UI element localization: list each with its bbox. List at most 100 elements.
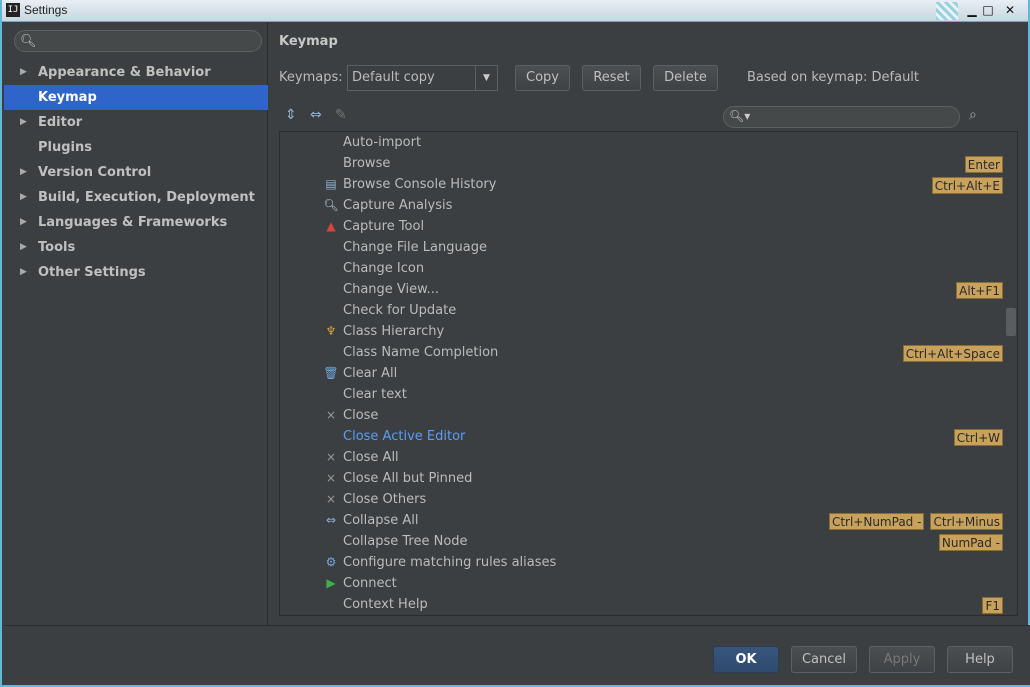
- close-x-icon: ×: [325, 492, 337, 506]
- cancel-button[interactable]: Cancel: [791, 646, 857, 673]
- settings-sidebar: 🔍︎ ▶ Appearance & Behavior Keymap ▶ Editor Pl…: [4, 22, 268, 625]
- action-row[interactable]: Change File Language: [280, 237, 1005, 258]
- sidebar-item-label: Version Control: [38, 165, 152, 180]
- action-label: Change View...: [343, 282, 439, 297]
- shortcut-list: Ctrl+W: [948, 428, 1003, 446]
- sidebar-item-label: Editor: [38, 115, 83, 130]
- action-row[interactable]: Change View... Alt+F1: [280, 279, 1005, 300]
- title-decoration: [936, 2, 958, 20]
- chevron-down-icon[interactable]: ▼: [475, 66, 497, 90]
- sidebar-item-label: Tools: [38, 240, 76, 255]
- action-filter-input[interactable]: [750, 109, 950, 125]
- sidebar-item-languages-frameworks[interactable]: ▶ Languages & Frameworks: [4, 210, 268, 235]
- keymap-select[interactable]: Default copy ▼: [347, 65, 498, 91]
- action-label: Close Active Editor: [343, 429, 466, 444]
- action-row[interactable]: ▶ Connect: [280, 573, 1005, 594]
- action-row[interactable]: × Close Others: [280, 489, 1005, 510]
- action-row[interactable]: Class Name Completion Ctrl+Alt+Space: [280, 342, 1005, 363]
- sidebar-item-plugins[interactable]: Plugins: [4, 135, 268, 160]
- action-row[interactable]: Browse Enter: [280, 153, 1005, 174]
- sidebar-item-label: Appearance & Behavior: [38, 65, 211, 80]
- close-icon[interactable]: ✕: [1002, 3, 1018, 18]
- action-filter[interactable]: 🔍︎▾: [723, 106, 960, 128]
- sidebar-item-version-control[interactable]: ▶ Version Control: [4, 160, 268, 185]
- action-label: Close Others: [343, 492, 427, 507]
- action-label: Close: [343, 408, 379, 423]
- action-row[interactable]: Auto-import: [280, 132, 1005, 153]
- pencil-icon[interactable]: ✎: [335, 107, 347, 123]
- hierarchy-icon: ♆: [325, 324, 337, 338]
- ok-button[interactable]: OK: [713, 646, 779, 673]
- action-row[interactable]: × Close All but Pinned: [280, 468, 1005, 489]
- action-label: Class Name Completion: [343, 345, 499, 360]
- shortcut-badge: Alt+F1: [956, 282, 1003, 299]
- action-row[interactable]: Close Active Editor Ctrl+W: [280, 426, 1005, 447]
- action-row[interactable]: ⚙ Configure matching rules aliases: [280, 552, 1005, 573]
- action-row[interactable]: × Close: [280, 405, 1005, 426]
- chevron-right-icon[interactable]: ▶: [20, 160, 27, 185]
- tree-scrollbar[interactable]: [1006, 308, 1016, 336]
- action-label: Configure matching rules aliases: [343, 555, 557, 570]
- settings-window: IJ Settings ▁ □ ✕ 🔍︎ ▶ Appearance & Behav…: [0, 0, 1030, 687]
- find-by-shortcut-icon[interactable]: ⌕: [969, 107, 977, 123]
- action-label: Browse: [343, 156, 391, 171]
- action-row[interactable]: × Close All: [280, 447, 1005, 468]
- settings-nav: ▶ Appearance & Behavior Keymap ▶ Editor Plugi…: [4, 60, 268, 285]
- keymap-toolbar: Keymaps: Default copy ▼ Copy Reset Delet…: [279, 65, 1019, 91]
- action-label: Class Hierarchy: [343, 324, 445, 339]
- sidebar-item-tools[interactable]: ▶ Tools: [4, 235, 268, 260]
- sidebar-item-other-settings[interactable]: ▶ Other Settings: [4, 260, 268, 285]
- search-icon: 🔍︎: [20, 34, 37, 49]
- copy-button[interactable]: Copy: [515, 65, 570, 91]
- sidebar-item-label: Plugins: [38, 140, 92, 155]
- sidebar-search[interactable]: 🔍︎: [14, 30, 262, 52]
- action-row[interactable]: Check for Update: [280, 300, 1005, 321]
- chevron-right-icon[interactable]: ▶: [20, 110, 27, 135]
- action-row[interactable]: Change Icon: [280, 258, 1005, 279]
- collapse-all-icon: ⇔: [325, 513, 337, 527]
- chevron-right-icon[interactable]: ▶: [20, 210, 27, 235]
- minimize-icon[interactable]: ▁: [964, 3, 980, 18]
- sidebar-item-appearance-behavior[interactable]: ▶ Appearance & Behavior: [4, 60, 268, 85]
- keymap-select-value: Default copy: [352, 70, 435, 85]
- action-row[interactable]: ▲ Capture Tool: [280, 216, 1005, 237]
- action-row[interactable]: ▤ Browse Console History Ctrl+Alt+E: [280, 174, 1005, 195]
- action-row[interactable]: 🗑︎ Clear All: [280, 363, 1005, 384]
- sidebar-search-input[interactable]: [39, 33, 257, 49]
- sidebar-item-editor[interactable]: ▶ Editor: [4, 110, 268, 135]
- sidebar-item-keymap[interactable]: Keymap: [4, 85, 268, 110]
- shortcut-list: F1: [976, 596, 1003, 614]
- chevron-right-icon[interactable]: ▶: [20, 235, 27, 260]
- action-row[interactable]: Clear text: [280, 384, 1005, 405]
- shortcut-badge: F1: [982, 597, 1003, 614]
- action-label: Auto-import: [343, 135, 422, 150]
- maximize-icon[interactable]: □: [980, 3, 996, 18]
- action-label: Clear All: [343, 366, 398, 381]
- action-label: Close All: [343, 450, 399, 465]
- shortcut-list: Ctrl+Alt+E: [926, 176, 1003, 194]
- sidebar-item-label: Languages & Frameworks: [38, 215, 228, 230]
- action-row[interactable]: Context Help F1: [280, 594, 1005, 615]
- action-label: Change Icon: [343, 261, 425, 276]
- expand-all-icon[interactable]: ⇕: [285, 107, 297, 123]
- action-row[interactable]: ⇔ Collapse All Ctrl+NumPad - Ctrl+Minus: [280, 510, 1005, 531]
- warning-triangle-icon: ▲: [326, 219, 336, 233]
- shortcut-badge: Ctrl+Alt+E: [931, 177, 1003, 194]
- chevron-right-icon[interactable]: ▶: [20, 260, 27, 285]
- delete-button[interactable]: Delete: [653, 65, 718, 91]
- action-row[interactable]: 🔍︎ Capture Analysis: [280, 195, 1005, 216]
- shortcut-badge: Enter: [964, 156, 1003, 173]
- action-label: Browse Console History: [343, 177, 497, 192]
- reset-button[interactable]: Reset: [582, 65, 641, 91]
- collapse-all-icon[interactable]: ⇔: [310, 107, 322, 123]
- sidebar-item-build-execution-deployment[interactable]: ▶ Build, Execution, Deployment: [4, 185, 268, 210]
- help-button[interactable]: Help: [947, 646, 1013, 673]
- action-row[interactable]: ♆ Class Hierarchy: [280, 321, 1005, 342]
- app-icon: IJ: [6, 3, 20, 17]
- chevron-right-icon[interactable]: ▶: [20, 60, 27, 85]
- apply-button[interactable]: Apply: [869, 646, 935, 673]
- chevron-right-icon[interactable]: ▶: [20, 185, 27, 210]
- action-label: Close All but Pinned: [343, 471, 473, 486]
- action-row[interactable]: Collapse Tree Node NumPad -: [280, 531, 1005, 552]
- keymap-panel: Keymap Keymaps: Default copy ▼ Copy Rese…: [269, 22, 1030, 625]
